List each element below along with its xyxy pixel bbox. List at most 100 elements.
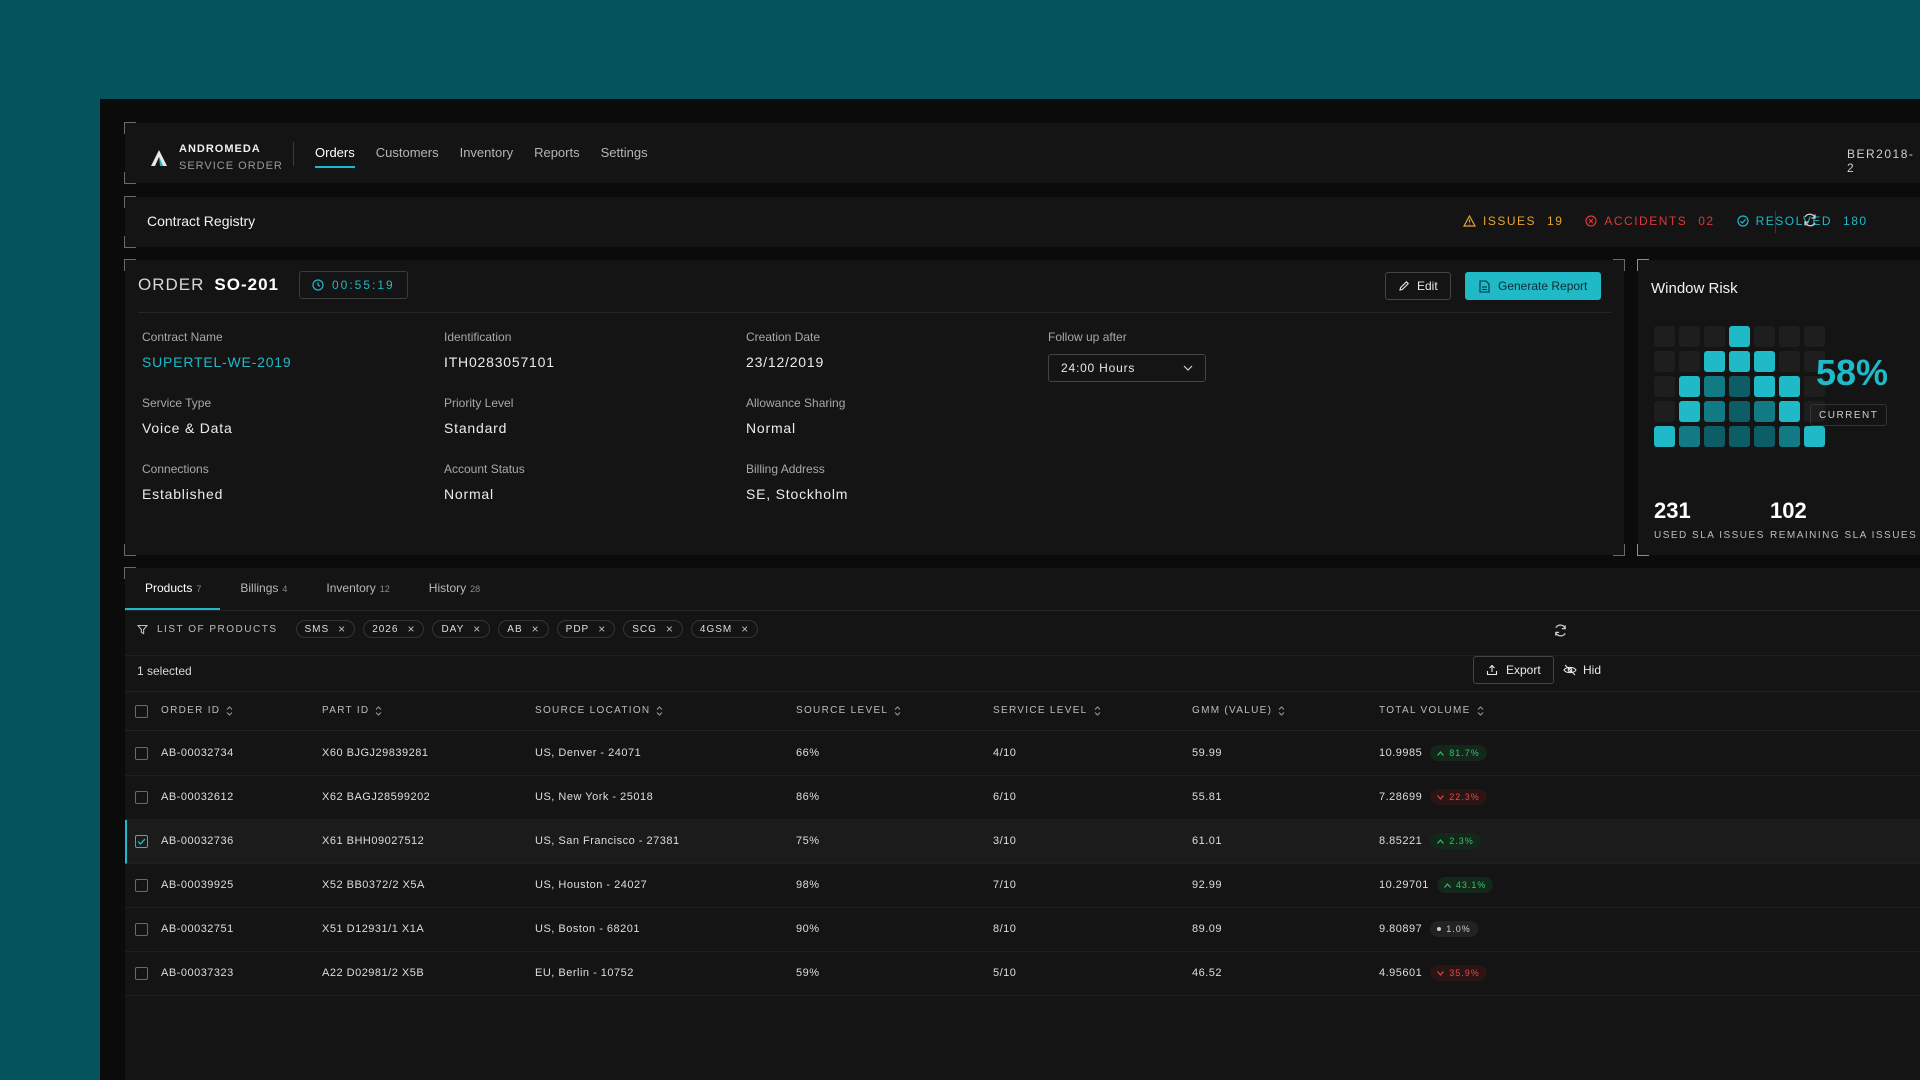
sort-icon[interactable] bbox=[894, 705, 901, 716]
arrow-down-icon bbox=[1437, 970, 1445, 976]
filter-chip[interactable]: SCG × bbox=[623, 620, 683, 638]
sort-icon[interactable] bbox=[656, 705, 663, 716]
close-icon[interactable]: × bbox=[532, 622, 540, 636]
row-checkbox[interactable] bbox=[135, 967, 148, 980]
tab-products[interactable]: Products 7 bbox=[125, 568, 221, 610]
dot-icon bbox=[1437, 927, 1442, 931]
issues-stat[interactable]: ISSUES 19 bbox=[1463, 214, 1563, 228]
nav-settings[interactable]: Settings bbox=[601, 145, 648, 168]
resolved-count: 180 bbox=[1843, 214, 1868, 228]
nav-reports[interactable]: Reports bbox=[534, 145, 580, 168]
column-header[interactable]: GMM (VALUE) bbox=[1192, 705, 1285, 716]
top-nav: ANDROMEDA SERVICE ORDER Orders Customers… bbox=[124, 122, 1920, 184]
heatmap-cell bbox=[1754, 351, 1775, 372]
app-window: ANDROMEDA SERVICE ORDER Orders Customers… bbox=[100, 99, 1920, 1080]
field-label: Service Type bbox=[142, 396, 212, 410]
filter-chip[interactable]: PDP × bbox=[556, 620, 616, 638]
row-checkbox[interactable] bbox=[135, 747, 148, 760]
close-icon[interactable]: × bbox=[598, 622, 606, 636]
filter-chip[interactable]: 4GSM × bbox=[690, 620, 759, 638]
sort-icon[interactable] bbox=[226, 705, 233, 716]
trend-value: 43.1% bbox=[1455, 880, 1487, 890]
field-label: Follow up after bbox=[1048, 330, 1127, 344]
tab-count: 12 bbox=[379, 584, 390, 594]
heatmap-cell bbox=[1679, 426, 1700, 447]
upload-icon bbox=[1486, 664, 1498, 676]
field-value: Standard bbox=[444, 420, 508, 436]
row-checkbox[interactable] bbox=[135, 879, 148, 892]
row-checkbox[interactable] bbox=[135, 923, 148, 936]
cell-location: US, New York - 25018 bbox=[535, 791, 654, 803]
nav-orders[interactable]: Orders bbox=[315, 145, 355, 168]
row-checkbox[interactable] bbox=[135, 835, 148, 848]
hide-label: Hid bbox=[1583, 663, 1602, 677]
tab-inventory[interactable]: Inventory 12 bbox=[306, 568, 408, 610]
filter-chip[interactable]: AB × bbox=[498, 620, 549, 638]
nav-customers[interactable]: Customers bbox=[376, 145, 439, 168]
account-id[interactable]: BER2018-2 bbox=[1847, 147, 1920, 175]
cell-service-level: 8/10 bbox=[993, 923, 1017, 935]
hide-columns-button[interactable]: Hid bbox=[1563, 663, 1601, 677]
filter-label-text: LIST OF PRODUCTS bbox=[157, 623, 278, 635]
close-icon[interactable]: × bbox=[338, 622, 346, 636]
sort-icon[interactable] bbox=[1477, 705, 1484, 716]
close-icon[interactable]: × bbox=[407, 622, 415, 636]
field-label: Connections bbox=[142, 462, 209, 476]
order-label: ORDER bbox=[138, 275, 205, 294]
cell-part-id: X61 BHH09027512 bbox=[322, 835, 425, 847]
table-row[interactable]: AB-00037323 A22 D02981/2 X5B EU, Berlin - … bbox=[125, 952, 1920, 996]
close-icon[interactable]: × bbox=[473, 622, 481, 636]
filter-chip[interactable]: 2026 × bbox=[363, 620, 425, 638]
table-row[interactable]: AB-00032736 X61 BHH09027512 US, San Franci… bbox=[125, 820, 1920, 864]
cell-gmm: 46.52 bbox=[1192, 967, 1223, 979]
heatmap-cell bbox=[1779, 376, 1800, 397]
tab-billings[interactable]: Billings 4 bbox=[220, 568, 306, 610]
contract-name-link[interactable]: SUPERTEL-WE-2019 bbox=[142, 354, 291, 370]
column-header[interactable]: SOURCE LOCATION bbox=[535, 705, 663, 716]
heatmap-cell bbox=[1779, 401, 1800, 422]
filter-label[interactable]: LIST OF PRODUCTS bbox=[137, 624, 278, 635]
column-header[interactable]: SERVICE LEVEL bbox=[993, 705, 1101, 716]
heatmap-cell bbox=[1679, 401, 1700, 422]
nav-inventory[interactable]: Inventory bbox=[460, 145, 513, 168]
table-row[interactable]: AB-00032612 X62 BAGJ28599202 US, New York … bbox=[125, 776, 1920, 820]
close-icon[interactable]: × bbox=[741, 622, 749, 636]
table-row[interactable]: AB-00032751 X51 D12931/1 X1A US, Boston - … bbox=[125, 908, 1920, 952]
filter-chip[interactable]: DAY × bbox=[432, 620, 491, 638]
brand[interactable]: ANDROMEDA SERVICE ORDER bbox=[149, 141, 283, 175]
tab-history[interactable]: History 28 bbox=[409, 568, 499, 610]
heatmap-cell bbox=[1704, 401, 1725, 422]
export-button[interactable]: Export bbox=[1473, 656, 1554, 684]
field-priority-level: Priority Level Standard bbox=[444, 396, 513, 436]
accidents-stat[interactable]: ACCIDENTS 02 bbox=[1585, 214, 1714, 228]
products-table-panel: Products 7 Billings 4 Inventory 12 History 2… bbox=[124, 567, 1920, 1080]
field-account-status: Account Status Normal bbox=[444, 462, 525, 502]
sort-icon[interactable] bbox=[1278, 705, 1285, 716]
heatmap-cell bbox=[1729, 426, 1750, 447]
cell-order-id: AB-00039925 bbox=[161, 879, 234, 891]
warning-icon bbox=[1463, 215, 1476, 227]
filter-chip[interactable]: SMS × bbox=[295, 620, 356, 638]
follow-up-select[interactable]: 24:00 Hours bbox=[1048, 354, 1206, 382]
refresh-icon[interactable] bbox=[1802, 212, 1818, 228]
table-row[interactable]: AB-00039925 X52 BB0372/2 X5A US, Houston -… bbox=[125, 864, 1920, 908]
check-icon bbox=[137, 838, 146, 845]
row-checkbox[interactable] bbox=[135, 791, 148, 804]
close-icon[interactable]: × bbox=[666, 622, 674, 636]
table-row[interactable]: AB-00032734 X60 BJGJ29839281 US, Denver - … bbox=[125, 732, 1920, 776]
heatmap-cell bbox=[1654, 376, 1675, 397]
select-all-checkbox[interactable] bbox=[135, 705, 148, 718]
table-refresh-icon[interactable] bbox=[1553, 623, 1568, 638]
trend-badge: 2.3% bbox=[1430, 833, 1481, 849]
column-header[interactable]: SOURCE LEVEL bbox=[796, 705, 901, 716]
column-header[interactable]: PART ID bbox=[322, 705, 382, 716]
sort-icon[interactable] bbox=[1094, 705, 1101, 716]
generate-report-button[interactable]: Generate Report bbox=[1465, 272, 1602, 300]
column-header[interactable]: TOTAL VOLUME bbox=[1379, 705, 1484, 716]
sort-icon[interactable] bbox=[375, 705, 382, 716]
column-header-label: SERVICE LEVEL bbox=[993, 705, 1088, 716]
column-header[interactable]: ORDER ID bbox=[161, 705, 233, 716]
cell-total-volume: 10.9985 81.7% bbox=[1379, 745, 1487, 761]
volume-value: 7.28699 bbox=[1379, 790, 1423, 803]
edit-button[interactable]: Edit bbox=[1385, 272, 1451, 300]
